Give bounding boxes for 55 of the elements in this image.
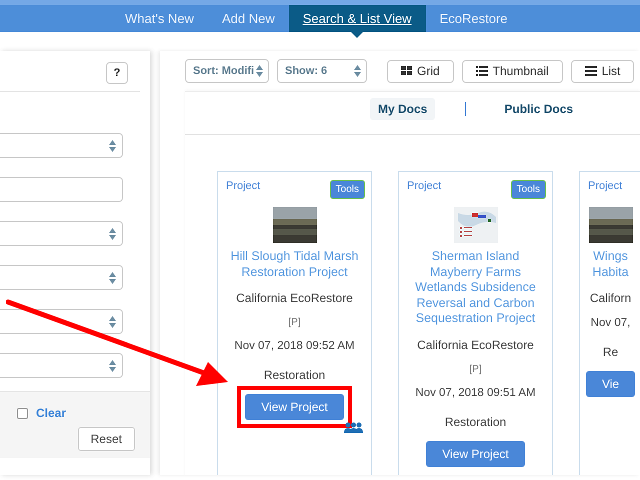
list-icon: [476, 66, 488, 76]
project-title-link[interactable]: Hill Slough Tidal Marsh Restoration Project: [224, 249, 365, 280]
card-type: Project: [588, 180, 622, 192]
date-text: Nov 07,: [590, 317, 630, 329]
select-arrows-icon: [109, 316, 116, 328]
organization-text: Californ: [590, 291, 632, 305]
tools-button[interactable]: Tools: [510, 180, 546, 199]
view-button[interactable]: Thumbnail: [462, 60, 563, 82]
view-project-button[interactable]: Vie: [586, 371, 636, 397]
clear-link[interactable]: Clear: [36, 406, 66, 420]
select-field[interactable]: [0, 133, 123, 158]
select-arrows-icon: [109, 140, 116, 152]
help-button[interactable]: ?: [106, 62, 128, 84]
photo-placeholder: [272, 207, 316, 243]
category-text: Re: [602, 345, 618, 359]
select-field[interactable]: [0, 353, 123, 378]
project-title-link[interactable]: Wings Habita: [586, 249, 635, 280]
date-text: Nov 07, 2018 09:52 AM: [234, 340, 355, 352]
category-text: Restoration: [444, 414, 506, 428]
card-type: Project: [226, 180, 260, 192]
view-project-button[interactable]: View Project: [426, 440, 525, 466]
grid-icon: [401, 66, 412, 76]
sort-select[interactable]: Sort: Modifi: [185, 59, 269, 83]
tools-button[interactable]: Tools: [330, 180, 365, 199]
nav-tab[interactable]: What's New: [111, 5, 208, 32]
doc-tab[interactable]: Public Docs: [496, 98, 582, 120]
view-project-button[interactable]: View Project: [245, 394, 344, 420]
flag-text: [P]: [469, 364, 482, 374]
reset-button[interactable]: Reset: [78, 427, 135, 451]
select-arrows-icon: [109, 228, 116, 240]
project-title-link[interactable]: Sherman Island Mayberry Farms Wetlands Subsidence Reversal and Carbon Sequestration Project: [405, 249, 546, 326]
text-field[interactable]: [0, 177, 123, 202]
doc-tab[interactable]: My Docs: [370, 98, 436, 120]
clear-checkbox[interactable]: [16, 408, 28, 418]
category-text: Restoration: [264, 368, 326, 382]
view-button[interactable]: List: [570, 60, 634, 82]
tab-pointer: [351, 32, 364, 38]
date-text: Nov 07, 2018 09:51 AM: [415, 386, 536, 398]
nav-tab[interactable]: EcoRestore: [426, 5, 522, 32]
select-arrows-icon: [109, 272, 116, 284]
view-button[interactable]: Grid: [387, 60, 454, 82]
menu-icon: [584, 66, 597, 76]
organization-text: California EcoRestore: [417, 338, 534, 352]
organization-text: California EcoRestore: [236, 291, 353, 305]
select-arrows-icon: [256, 65, 263, 77]
select-field[interactable]: [0, 265, 123, 290]
select-field[interactable]: [0, 221, 123, 246]
select-arrows-icon: [109, 360, 116, 372]
map-thumbnail: [454, 207, 498, 243]
flag-text: [P]: [288, 317, 301, 328]
nav-tab[interactable]: Add New: [208, 5, 289, 32]
show-select[interactable]: Show: 6: [277, 59, 367, 83]
photo-placeholder: [588, 207, 632, 243]
select-arrows-icon: [354, 65, 361, 77]
card-type: Project: [407, 180, 442, 192]
